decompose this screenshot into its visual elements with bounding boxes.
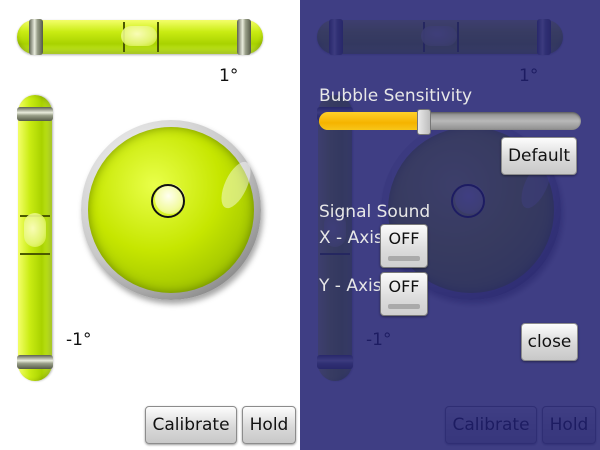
- bubble-sensitivity-label: Bubble Sensitivity: [319, 86, 473, 106]
- slider-thumb[interactable]: [417, 109, 431, 135]
- vial-marker: [20, 253, 50, 255]
- toggle-indicator: [388, 304, 420, 309]
- x-axis-toggle-label: OFF: [388, 229, 420, 248]
- vial-cap-icon: [237, 19, 251, 55]
- signal-sound-label: Signal Sound: [319, 202, 431, 222]
- settings-overlay: [300, 0, 600, 450]
- default-button[interactable]: Default: [501, 137, 577, 175]
- slider-fill: [319, 112, 424, 130]
- bubble-sensitivity-slider[interactable]: [319, 112, 581, 130]
- y-axis-toggle[interactable]: OFF: [380, 272, 428, 316]
- y-axis-toggle-label: OFF: [388, 277, 420, 296]
- horizontal-reading: 1°: [219, 66, 239, 86]
- settings-screen: 1° -1° Calibrate Hold Bubble Sensitivity…: [300, 0, 600, 450]
- vertical-bubble-icon: [24, 213, 46, 247]
- bullseye-target-icon: [151, 184, 185, 218]
- horizontal-vial: [17, 19, 263, 55]
- vertical-reading: -1°: [66, 330, 92, 350]
- hold-button[interactable]: Hold: [242, 406, 296, 444]
- level-screen: 1° -1° Calibrate Hold: [0, 0, 300, 450]
- level-scene: 1° -1° Calibrate Hold: [0, 0, 300, 450]
- vial-cap-icon: [29, 19, 43, 55]
- x-axis-label: X - Axis: [319, 228, 383, 248]
- vial-cap-icon: [17, 355, 53, 369]
- vertical-vial: [17, 95, 53, 381]
- x-axis-toggle[interactable]: OFF: [380, 224, 428, 268]
- calibrate-button[interactable]: Calibrate: [145, 406, 237, 444]
- y-axis-label: Y - Axis: [319, 276, 382, 296]
- vial-cap-icon: [17, 107, 53, 121]
- vial-marker: [157, 22, 159, 52]
- close-button[interactable]: close: [521, 323, 578, 361]
- toggle-indicator: [388, 256, 420, 261]
- horizontal-bubble-icon: [121, 26, 157, 46]
